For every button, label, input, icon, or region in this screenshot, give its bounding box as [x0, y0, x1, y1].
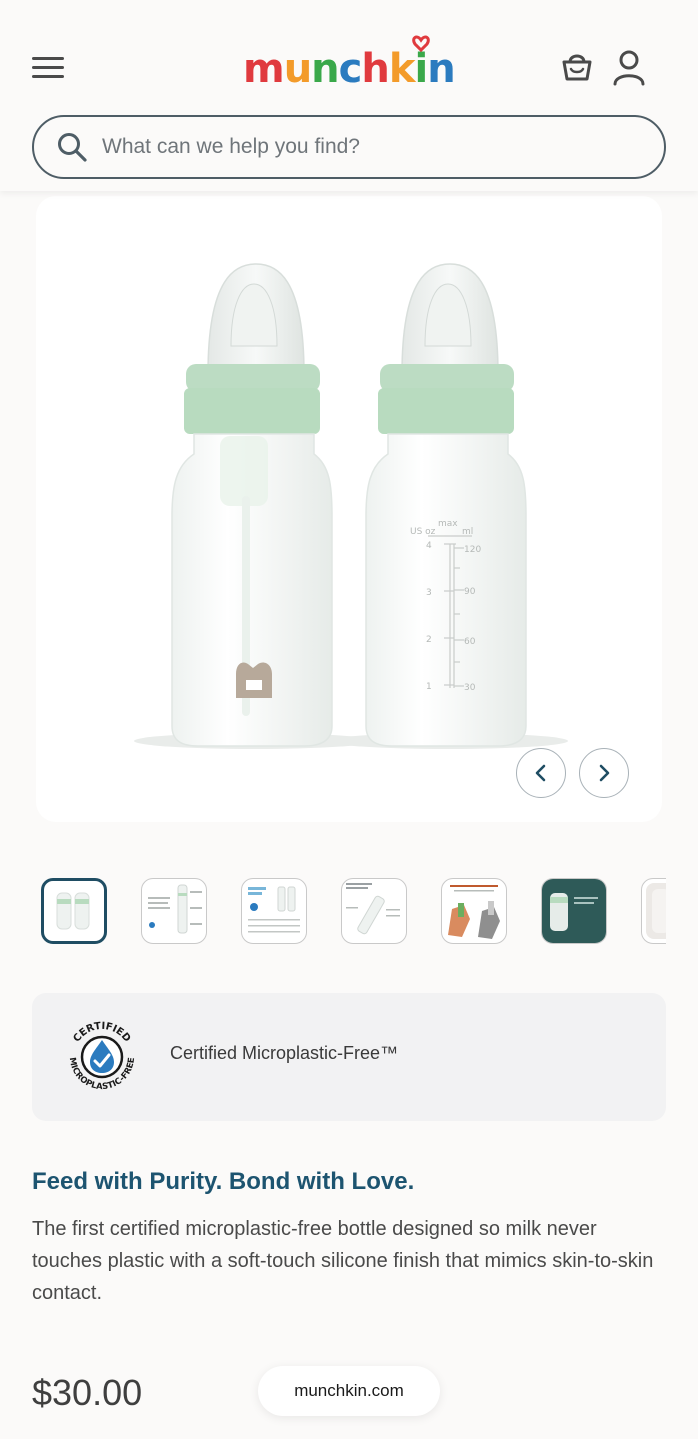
svg-text:munchkin: munchkin	[243, 46, 455, 90]
chevron-left-icon	[535, 764, 546, 782]
account-icon[interactable]	[610, 48, 648, 88]
svg-text:1: 1	[426, 682, 432, 692]
svg-text:3: 3	[426, 588, 432, 598]
svg-text:120: 120	[464, 545, 481, 555]
product-image: US oz max ml 4 3 2 1 120 90 60 30	[134, 263, 568, 749]
thumbnail-2[interactable]	[141, 878, 207, 944]
svg-text:4: 4	[426, 541, 432, 551]
thumbnail-strip[interactable]	[40, 878, 666, 944]
scale-oz-label: US oz	[410, 527, 436, 537]
thumbnail-1[interactable]	[41, 878, 107, 944]
thumbnail-7[interactable]	[641, 878, 666, 944]
munchkin-logo[interactable]: munchkin	[243, 30, 455, 90]
chevron-right-icon	[599, 764, 610, 782]
search-bar[interactable]	[32, 115, 666, 179]
search-input[interactable]	[102, 135, 622, 159]
scale-ml-label: ml	[462, 527, 473, 537]
svg-text:60: 60	[464, 637, 476, 647]
next-image-button[interactable]	[579, 748, 629, 798]
basket-icon[interactable]	[558, 48, 596, 86]
browser-url-pill[interactable]: munchkin.com	[258, 1366, 440, 1416]
svg-text:2: 2	[426, 635, 432, 645]
thumbnail-5[interactable]	[441, 878, 507, 944]
scale-max-label: max	[438, 519, 458, 529]
thumbnail-6[interactable]	[541, 878, 607, 944]
hamburger-menu-icon[interactable]	[30, 52, 66, 82]
product-description: The first certified microplastic-free bo…	[32, 1218, 654, 1304]
microplastic-free-badge-icon: CERTIFIED MICROPLASTIC-FREE	[67, 1021, 137, 1092]
thumbnail-3[interactable]	[241, 878, 307, 944]
certification-banner: CERTIFIED MICROPLASTIC-FREE Certified Mi…	[32, 993, 666, 1121]
certification-label: Certified Microplastic-Free™	[170, 1043, 399, 1063]
previous-image-button[interactable]	[516, 748, 566, 798]
product-tagline: Feed with Purity. Bond with Love.	[32, 1168, 415, 1195]
search-icon	[58, 133, 87, 162]
product-image-gallery[interactable]: US oz max ml 4 3 2 1 120 90 60 30	[36, 196, 662, 822]
site-header: munchkin	[0, 0, 698, 191]
product-price: $30.00	[32, 1372, 143, 1413]
svg-text:90: 90	[464, 587, 476, 597]
thumbnail-4[interactable]	[341, 878, 407, 944]
svg-text:30: 30	[464, 683, 476, 693]
